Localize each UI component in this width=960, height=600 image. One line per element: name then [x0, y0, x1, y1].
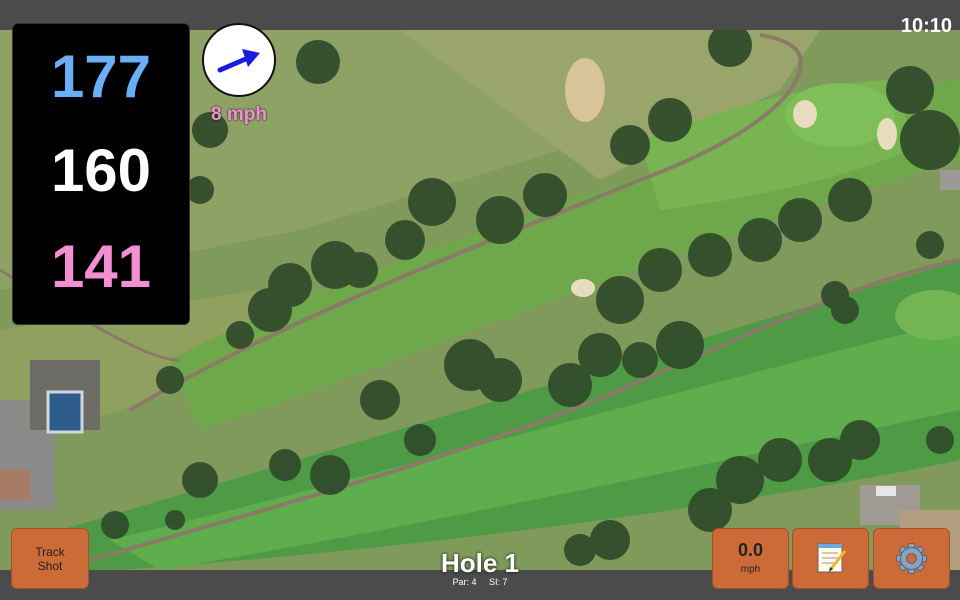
- track-shot-button[interactable]: Track Shot: [11, 528, 89, 589]
- hole-info: Par: 4 SI: 7: [380, 577, 580, 587]
- wind-speed-label: 8 mph: [211, 104, 267, 125]
- hole-title: Hole 1: [440, 548, 520, 578]
- par-label: Par: 4: [452, 577, 477, 587]
- center-distance: 160: [50, 137, 152, 204]
- track-shot-label-line2: Shot: [37, 559, 63, 573]
- notepad-icon: [817, 543, 847, 573]
- wind-button-unit: mph: [740, 564, 761, 575]
- back-distance: 177: [50, 43, 152, 110]
- front-distance: 141: [50, 233, 152, 300]
- gear-icon: [896, 543, 927, 574]
- yardage-panel: 177 160 141: [12, 23, 190, 325]
- wind-speed-button[interactable]: 0.0 mph: [712, 528, 789, 589]
- notes-button[interactable]: [792, 528, 869, 589]
- track-shot-label-line1: Track: [35, 545, 65, 559]
- settings-button[interactable]: [873, 528, 950, 589]
- arrow-icon: [217, 49, 260, 73]
- wind-direction-indicator: [202, 23, 276, 97]
- wind-button-value: 0.0: [737, 540, 764, 560]
- clock: 10:10: [900, 15, 952, 37]
- stroke-index-label: SI: 7: [489, 577, 508, 587]
